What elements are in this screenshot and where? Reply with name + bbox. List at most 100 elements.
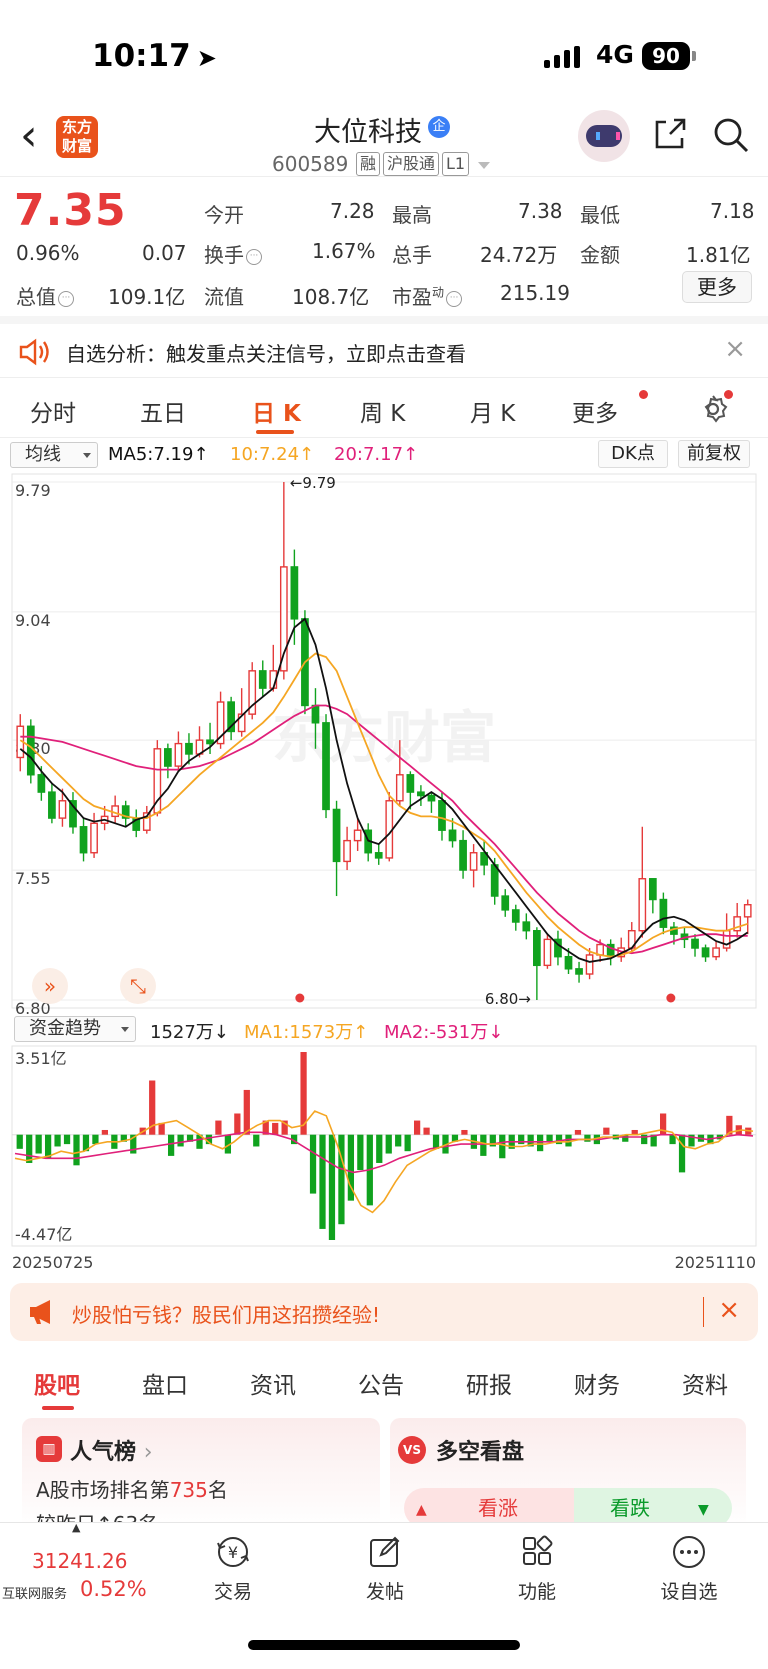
info-icon: ··· (58, 290, 74, 307)
mktcap-label[interactable]: 总值 ··· (16, 281, 74, 310)
app-logo[interactable]: 东方 财富 (56, 116, 98, 158)
y-tick-label: 9.04 (15, 611, 51, 630)
tab-research[interactable]: 研报 (466, 1366, 512, 1400)
share-icon[interactable] (652, 116, 688, 152)
popularity-card[interactable]: ▥ 人气榜 › A股市场排名第735名 较昨日↑63名 (22, 1418, 380, 1528)
bear-label: 看跌 (610, 1496, 650, 1520)
candle-body (322, 722, 330, 811)
tab-daily-k[interactable]: 日 K (252, 394, 301, 428)
y-tick-label: -4.47亿 (15, 1225, 72, 1244)
fund-value: 1527万↓ (150, 1022, 229, 1043)
tab-monthly-k[interactable]: 月 K (470, 394, 515, 428)
candle-body (37, 774, 46, 793)
kline-chart[interactable]: 9.799.048.307.556.80东方财富←9.796.80→3.51亿-… (0, 438, 768, 1278)
open-value: 7.28 (330, 199, 375, 223)
gear-icon[interactable] (698, 394, 728, 424)
edit-icon (370, 1536, 400, 1567)
notification-dot (639, 390, 648, 399)
expand-panel-icon[interactable]: » (32, 968, 68, 1004)
nav-post[interactable]: 发帖 (340, 1533, 430, 1604)
tab-more[interactable]: 更多 (572, 394, 618, 428)
candle-body (311, 704, 320, 724)
candle-body (511, 909, 520, 923)
nav-add-watchlist[interactable]: 设自选 (644, 1533, 734, 1604)
fund-bar (461, 1129, 468, 1135)
quote-panel: 7.35 0.96% 0.07 总值 ··· 109.1亿 今开 7.28 最高 … (0, 176, 768, 316)
tab-weekly-k[interactable]: 周 K (360, 394, 405, 428)
bull-bear-card[interactable]: VS 多空看盘 ▲ 看涨 看跌 ▼ (390, 1418, 746, 1528)
tab-five-day[interactable]: 五日 (140, 394, 186, 428)
candle-body (501, 895, 510, 911)
candle-body (174, 742, 183, 767)
analysis-notice[interactable]: 自选分析：触发重点关注信号，立即点击查看 × (0, 316, 768, 378)
tab-order-book[interactable]: 盘口 (142, 1366, 188, 1400)
fund-bar (73, 1134, 80, 1166)
more-button[interactable]: 更多 (682, 271, 752, 303)
candle-body (648, 878, 657, 901)
index-value[interactable]: 31241.26 (32, 1549, 127, 1573)
pe-label[interactable]: 市盈动 ··· (392, 281, 463, 310)
close-icon[interactable]: × (718, 1295, 740, 1325)
candle-body (417, 791, 425, 797)
tab-announcements[interactable]: 公告 (358, 1366, 404, 1400)
info-tabs: 股吧 盘口 资讯 公告 研报 财务 资料 (0, 1356, 768, 1410)
stock-name: 大位科技 (314, 117, 422, 148)
close-icon[interactable]: × (724, 334, 746, 364)
fullscreen-icon[interactable]: ⤡ (120, 968, 156, 1004)
active-tab-indicator (256, 430, 294, 434)
turnover-label[interactable]: 换手 ··· (204, 239, 262, 268)
home-indicator (248, 1640, 520, 1650)
nav-functions[interactable]: 功能 (492, 1533, 582, 1604)
promo-banner[interactable]: 炒股怕亏钱？股民们用这招攒经验! × (10, 1283, 758, 1341)
candle-body (712, 947, 720, 958)
tab-intraday[interactable]: 分时 (30, 394, 76, 428)
fund-bar (678, 1134, 686, 1173)
assistant-robot-icon[interactable] (578, 110, 630, 162)
grid-icon (523, 1535, 553, 1565)
candle-body (585, 954, 594, 975)
candle-body (743, 904, 752, 918)
candle-body (701, 947, 710, 958)
fund-bar (26, 1134, 33, 1163)
candle-body (427, 794, 436, 802)
candle-body (469, 852, 478, 871)
tab-profile[interactable]: 资料 (682, 1366, 728, 1400)
tab-guba[interactable]: 股吧 (34, 1366, 80, 1400)
fund-bar (44, 1134, 52, 1159)
fund-bar (272, 1122, 279, 1135)
card-title: 多空看盘 (436, 1440, 525, 1465)
tab-news[interactable]: 资讯 (250, 1366, 296, 1400)
fund-bar (423, 1127, 430, 1135)
nav-label: 交易 (213, 1581, 252, 1603)
chart-period-tabs: 分时 五日 日 K 周 K 月 K 更多 (0, 378, 768, 438)
x-start-label: 20250725 (12, 1253, 93, 1272)
fund-bar (338, 1134, 345, 1225)
fund-bar (546, 1134, 553, 1142)
triangle-up-icon: ▲ (416, 1502, 427, 1518)
nav-label: 设自选 (660, 1581, 718, 1603)
y-tick-label: 7.55 (15, 869, 51, 888)
nav-trade[interactable]: ¥ 交易 (188, 1533, 278, 1604)
battery-icon: 90 (642, 42, 696, 70)
volume-value: 24.72万 (480, 243, 558, 267)
candle-body (543, 938, 552, 967)
chevron-down-icon[interactable] (478, 162, 490, 169)
search-icon[interactable] (712, 116, 750, 154)
network-type: 4G (596, 40, 634, 69)
watermark: 东方财富 (272, 706, 496, 771)
tab-finance[interactable]: 财务 (574, 1366, 620, 1400)
candle-body (638, 878, 647, 932)
caret-up-icon: ▲ (72, 1521, 81, 1534)
back-icon[interactable]: ‹ (20, 114, 38, 158)
fund-bar (413, 1120, 421, 1135)
max-price-label: ←9.79 (290, 474, 336, 492)
fund-bar (253, 1134, 260, 1147)
amount-label: 金额 (580, 243, 620, 267)
fund-select[interactable]: 资金趋势 (14, 1016, 136, 1042)
fund-frame (11, 1045, 757, 1247)
chart-area: 均线 MA5:7.19↑ 10:7.24↑ 20:7.17↑ DK点 前复权 9… (0, 438, 768, 1278)
fund-bar (432, 1134, 440, 1149)
promo-text: 炒股怕亏钱？股民们用这招攒经验! (72, 1303, 381, 1327)
candle-body (438, 800, 446, 831)
level-tag: L1 (442, 152, 470, 176)
